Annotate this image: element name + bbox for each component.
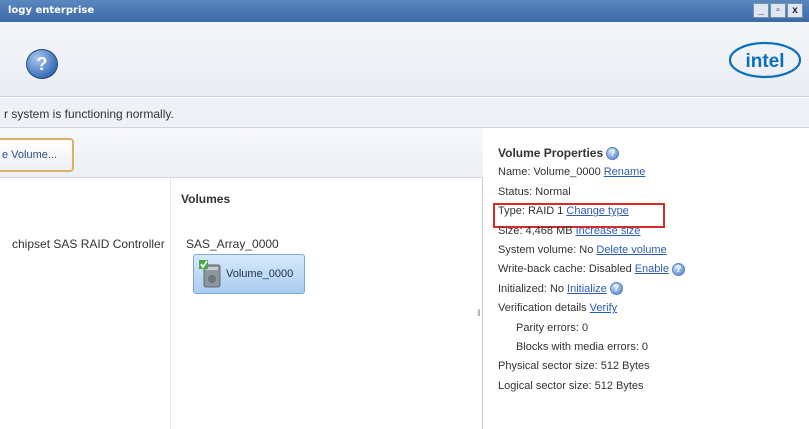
media-errors-row: Blocks with media errors: 0	[498, 338, 803, 357]
initialized-row: Initialized: No Initialize?	[498, 280, 803, 299]
parity-errors-row: Parity errors: 0	[498, 319, 803, 338]
increase-size-link[interactable]: Increase size	[576, 225, 641, 237]
initialize-help-icon[interactable]: ?	[609, 282, 623, 296]
window-controls: _ ▫ x	[753, 3, 803, 18]
size-label: Size: 4,468 MB	[498, 224, 573, 237]
array-item[interactable]: SAS_Array_0000	[186, 237, 279, 251]
verify-link[interactable]: Verify	[590, 302, 618, 314]
intel-logo: intel	[728, 41, 802, 79]
parity-errors-label: Parity errors: 0	[516, 321, 589, 334]
physical-sector-label: Physical sector size: 512 Bytes	[498, 360, 650, 373]
properties-title-row: Volume Properties?	[498, 144, 803, 163]
status-label: Status: Normal	[498, 185, 571, 198]
verification-label: Verification details	[498, 302, 587, 315]
physical-sector-row: Physical sector size: 512 Bytes	[498, 357, 803, 376]
volume-tile[interactable]: Volume_0000	[193, 254, 305, 294]
logical-sector-label: Logical sector size: 512 Bytes	[498, 379, 644, 392]
enable-link[interactable]: Enable	[635, 263, 669, 275]
rename-link[interactable]: Rename	[604, 166, 646, 178]
help-icon[interactable]: ?	[26, 49, 58, 79]
type-row: Type: RAID 1 Change type	[498, 202, 803, 221]
write-back-help-icon[interactable]: ?	[671, 262, 685, 276]
properties-panel: Volume Properties? Name: Volume_0000 Rena…	[486, 128, 809, 429]
controller-item[interactable]: chipset SAS RAID Controller	[12, 237, 165, 251]
status-bar: r system is functioning normally.	[0, 98, 809, 128]
panel-splitter[interactable]: ‖	[477, 306, 481, 320]
storage-tree-panel: e Volume... chipset SAS RAID Controller …	[0, 128, 483, 429]
volume-properties: Volume Properties? Name: Volume_0000 Rena…	[498, 144, 803, 396]
initialize-link[interactable]: Initialize	[567, 283, 607, 295]
system-volume-label: System volume: No	[498, 243, 594, 256]
change-type-link[interactable]: Change type	[566, 205, 628, 217]
logical-sector-row: Logical sector size: 512 Bytes	[498, 377, 803, 396]
write-back-row: Write-back cache: Disabled Enable?	[498, 260, 803, 279]
intel-logo-text: intel	[745, 51, 784, 72]
verification-row: Verification details Verify	[498, 299, 803, 318]
name-label: Name: Volume_0000	[498, 166, 601, 179]
volumes-header: Volumes	[181, 192, 231, 206]
properties-title: Volume Properties	[498, 146, 604, 160]
close-button[interactable]: x	[787, 3, 803, 18]
window-titlebar: logy enterprise _ ▫ x	[0, 0, 809, 22]
minimize-button[interactable]: _	[753, 3, 769, 18]
name-row: Name: Volume_0000 Rename	[498, 163, 803, 182]
window-title: logy enterprise	[8, 5, 95, 16]
maximize-button[interactable]: ▫	[770, 3, 786, 18]
app-header: ? intel	[0, 22, 809, 97]
create-volume-button[interactable]: e Volume...	[0, 138, 74, 172]
type-label: Type: RAID 1	[498, 205, 564, 218]
system-volume-row: System volume: No Delete volume	[498, 241, 803, 260]
main-content: e Volume... chipset SAS RAID Controller …	[0, 128, 809, 429]
status-message: r system is functioning normally.	[4, 107, 174, 121]
volume-name: Volume_0000	[226, 268, 294, 280]
write-back-label: Write-back cache: Disabled	[498, 263, 632, 276]
properties-help-icon[interactable]: ?	[606, 147, 620, 161]
action-toolbar: e Volume...	[0, 128, 483, 178]
media-errors-label: Blocks with media errors: 0	[516, 340, 649, 353]
delete-volume-link[interactable]: Delete volume	[596, 244, 666, 256]
initialized-label: Initialized: No	[498, 282, 565, 295]
size-row: Size: 4,468 MB Increase size	[498, 222, 803, 241]
volume-drive-icon	[199, 260, 221, 288]
tree-column-divider	[170, 178, 171, 429]
status-row: Status: Normal	[498, 183, 803, 202]
